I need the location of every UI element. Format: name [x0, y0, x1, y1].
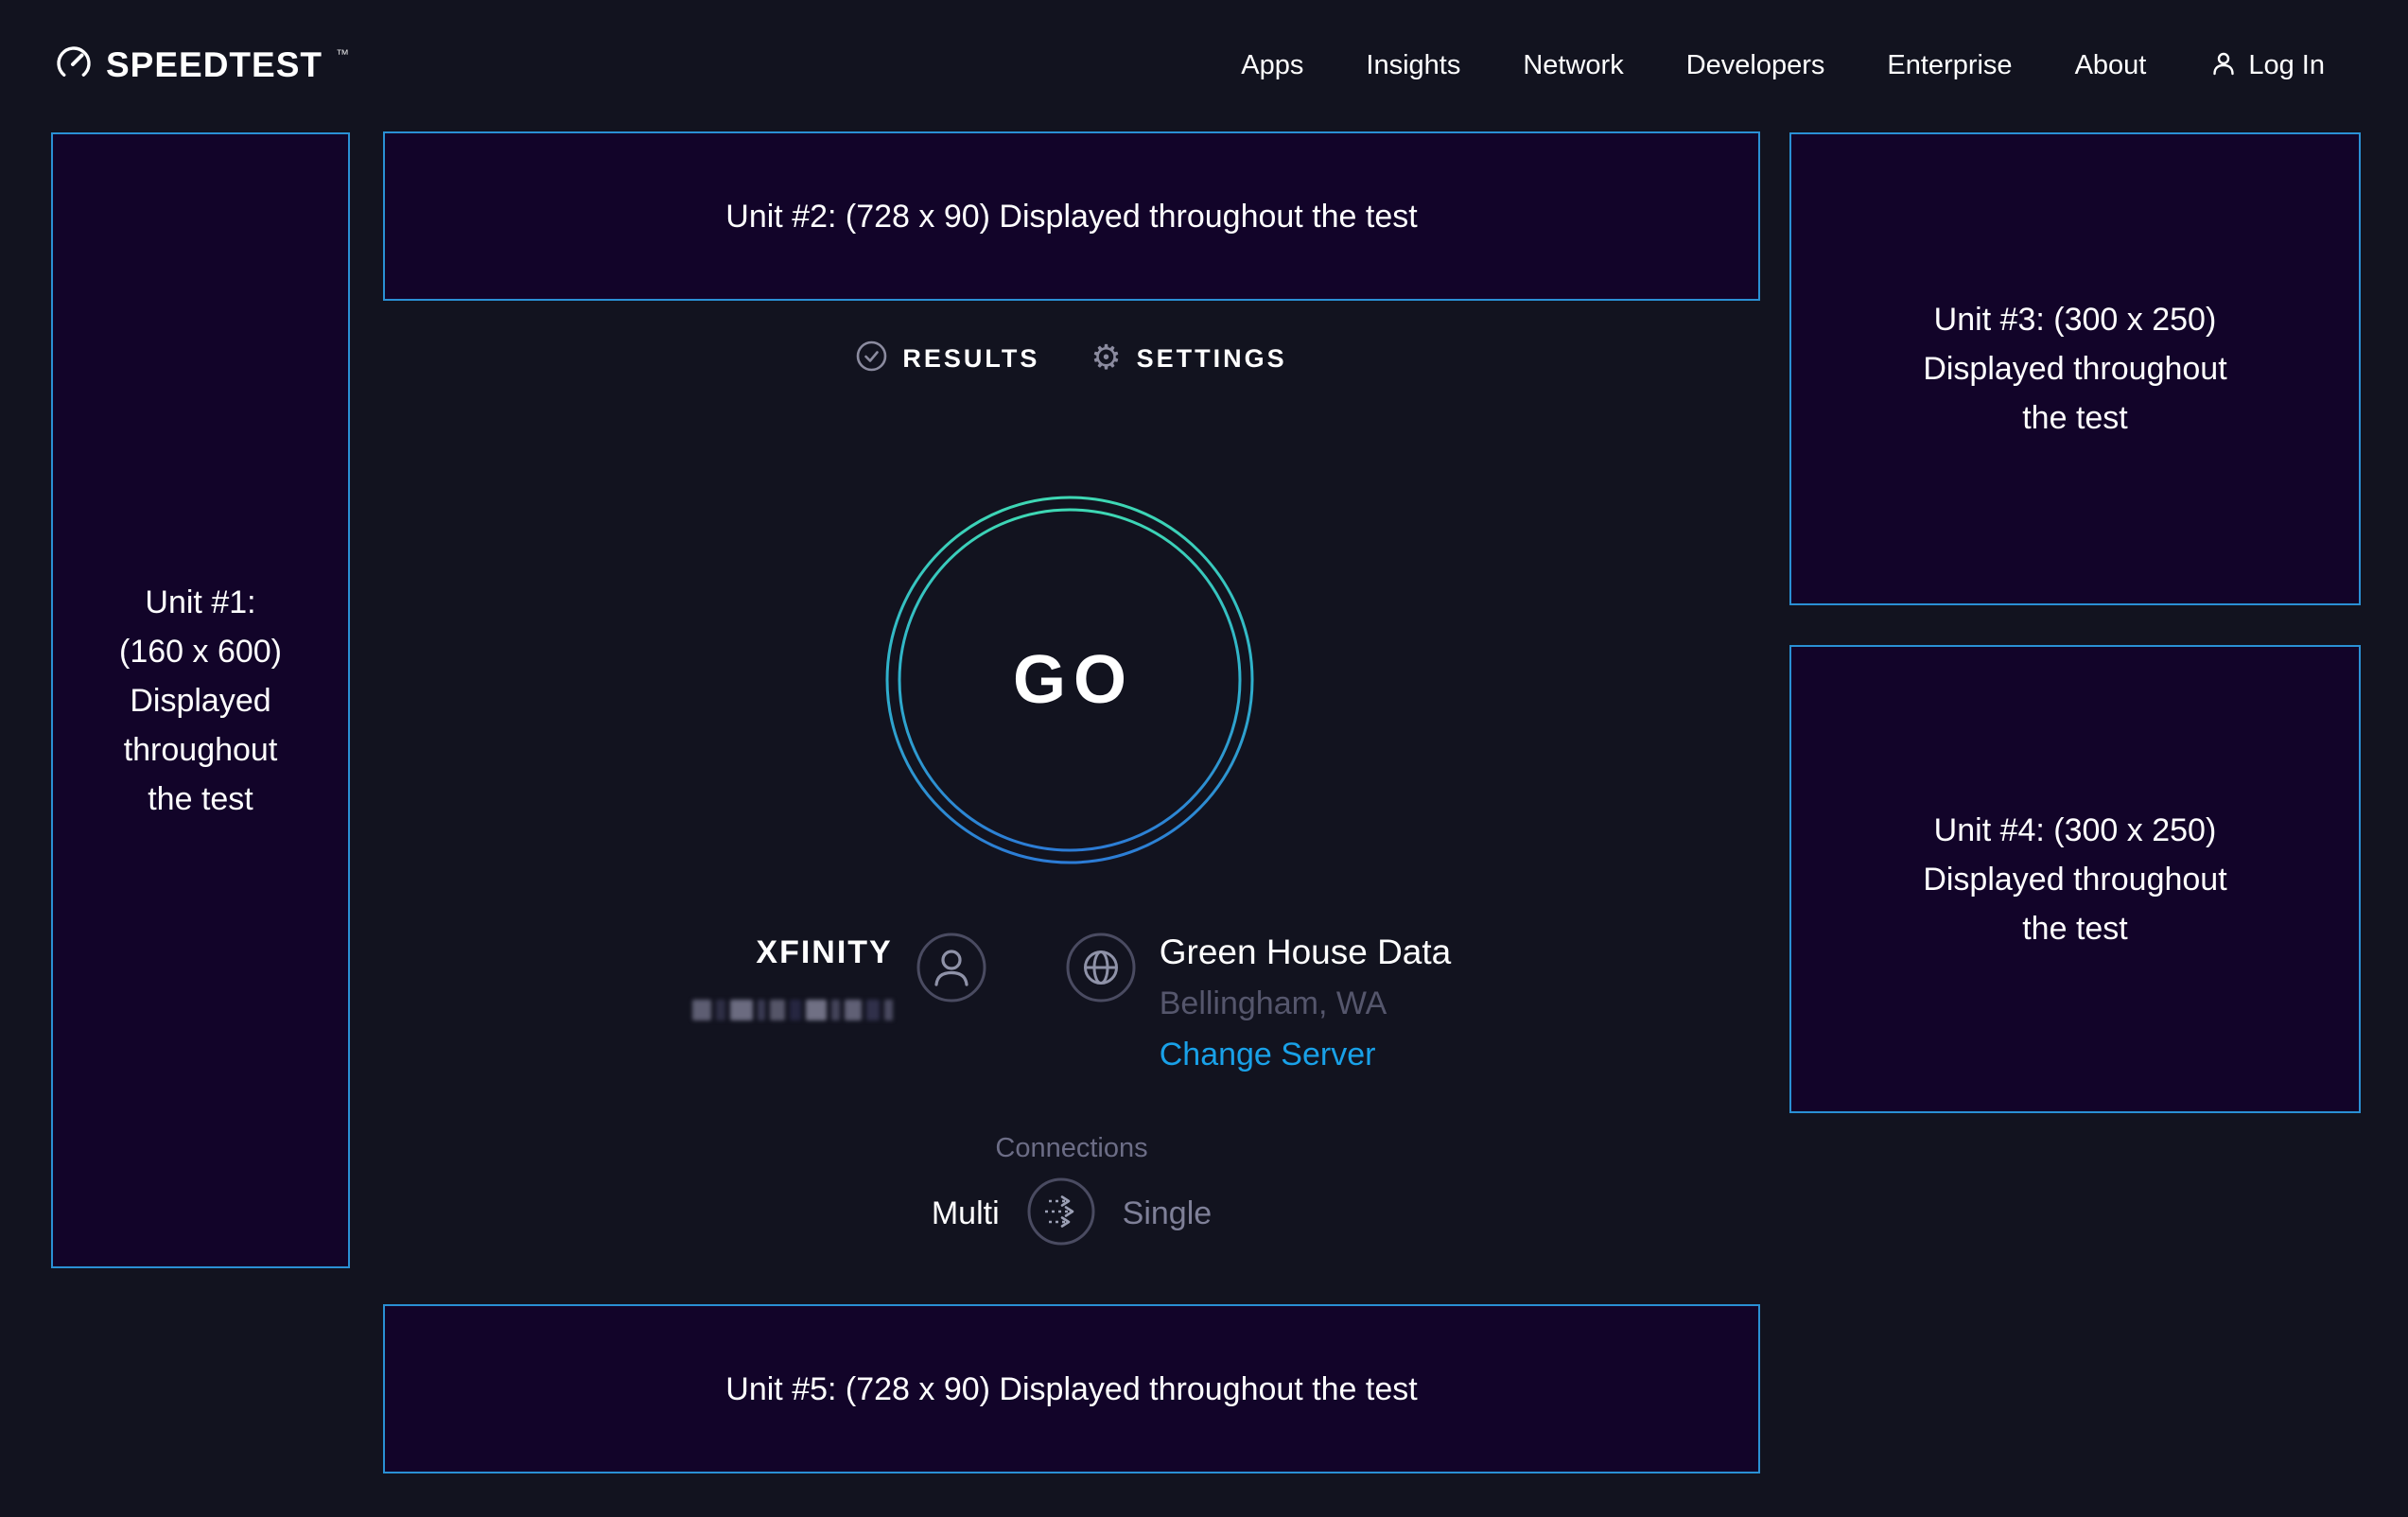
- go-label: GO: [881, 491, 1259, 869]
- nav-item-network[interactable]: Network: [1523, 50, 1623, 81]
- speedtest-logo[interactable]: SPEEDTEST ™: [53, 43, 347, 89]
- isp-name[interactable]: XFINITY: [692, 932, 893, 973]
- multi-stream-arrows-icon[interactable]: [1026, 1177, 1096, 1251]
- results-settings-tabs: RESULTS ⚙ SETTINGS: [383, 340, 1760, 376]
- server-location: Bellingham, WA: [1160, 978, 1452, 1029]
- server-name: Green House Data: [1160, 927, 1452, 978]
- go-button[interactable]: GO: [881, 491, 1259, 869]
- main-nav: Apps Insights Network Developers Enterpr…: [1241, 48, 2325, 83]
- nav-item-insights[interactable]: Insights: [1366, 50, 1460, 81]
- ad-unit-4[interactable]: Unit #4: (300 x 250) Displayed throughou…: [1789, 645, 2361, 1113]
- connections-label-row: Connections: [383, 1131, 1760, 1165]
- ad-unit-5-text: Unit #5: (728 x 90) Displayed throughout…: [725, 1365, 1417, 1414]
- isp-detail-obscured: [692, 998, 893, 1022]
- connections-label: Connections: [995, 1131, 1147, 1165]
- person-circle-icon: [916, 932, 987, 1008]
- login-button[interactable]: Log In: [2208, 48, 2325, 83]
- logo-trademark: ™: [336, 46, 349, 61]
- change-server-link[interactable]: Change Server: [1160, 1029, 1452, 1080]
- ad-unit-1[interactable]: Unit #1: (160 x 600) Displayed throughou…: [51, 132, 350, 1268]
- ad-unit-3[interactable]: Unit #3: (300 x 250) Displayed throughou…: [1789, 132, 2361, 605]
- nav-item-developers[interactable]: Developers: [1686, 50, 1825, 81]
- speedtest-page: SPEEDTEST ™ Apps Insights Network Develo…: [0, 0, 2408, 1517]
- ad-unit-2[interactable]: Unit #2: (728 x 90) Displayed throughout…: [383, 131, 1760, 301]
- check-circle-icon: [856, 340, 887, 376]
- login-label: Log In: [2248, 50, 2325, 81]
- connections-option-single[interactable]: Single: [1123, 1195, 1213, 1232]
- globe-circle-icon: [1065, 932, 1137, 1008]
- connections-option-multi[interactable]: Multi: [932, 1195, 1000, 1232]
- ad-unit-4-text: Unit #4: (300 x 250) Displayed throughou…: [1923, 806, 2226, 953]
- server-block: Green House Data Bellingham, WA Change S…: [1160, 927, 1452, 1080]
- isp-server-row: XFINITY: [383, 913, 1760, 1080]
- connections-toggle-row: Multi Single: [383, 1178, 1760, 1248]
- person-icon: [2208, 48, 2239, 83]
- gear-icon: ⚙: [1091, 341, 1121, 375]
- tab-settings[interactable]: ⚙ SETTINGS: [1091, 340, 1286, 376]
- top-nav: SPEEDTEST ™ Apps Insights Network Develo…: [0, 0, 2408, 131]
- ad-unit-2-text: Unit #2: (728 x 90) Displayed throughout…: [725, 192, 1417, 241]
- ad-unit-3-text: Unit #3: (300 x 250) Displayed throughou…: [1923, 295, 2226, 443]
- tab-results-label: RESULTS: [902, 344, 1039, 374]
- tab-results[interactable]: RESULTS: [856, 340, 1039, 376]
- tab-settings-label: SETTINGS: [1137, 344, 1287, 374]
- nav-item-about[interactable]: About: [2075, 50, 2147, 81]
- logo-text: SPEEDTEST: [106, 45, 323, 85]
- nav-item-enterprise[interactable]: Enterprise: [1887, 50, 2012, 81]
- nav-item-apps[interactable]: Apps: [1241, 50, 1303, 81]
- isp-block: XFINITY: [692, 913, 893, 1022]
- speedtest-gauge-icon: [53, 43, 95, 89]
- ad-unit-1-text: Unit #1: (160 x 600) Displayed throughou…: [119, 578, 282, 824]
- ad-unit-5[interactable]: Unit #5: (728 x 90) Displayed throughout…: [383, 1304, 1760, 1473]
